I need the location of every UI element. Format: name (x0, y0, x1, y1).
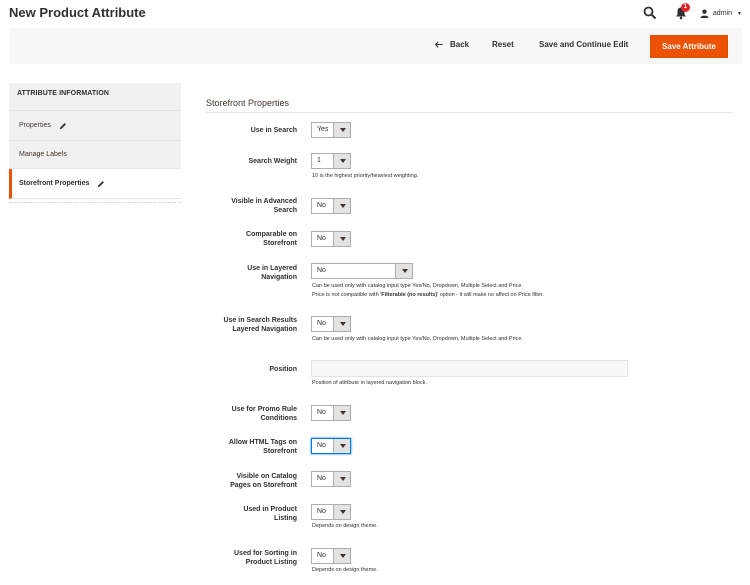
search-icon[interactable] (643, 6, 657, 20)
save-attribute-button[interactable]: Save Attribute (650, 35, 728, 58)
notifications-button[interactable]: 1 (674, 3, 690, 20)
chevron-down-icon (333, 317, 350, 331)
page-title: New Product Attribute (9, 5, 146, 20)
select-value: 1 (317, 157, 321, 164)
use-in-search-select[interactable]: Yes (311, 122, 351, 138)
select-value: No (317, 552, 326, 559)
search-results-layered-select[interactable]: No (311, 316, 351, 332)
select-value: No (317, 320, 326, 327)
position-input[interactable] (311, 360, 628, 377)
layered-navigation-label: Use in Layered Navigation (247, 265, 297, 281)
sidebar-item-label: Properties (19, 122, 51, 129)
user-icon (700, 9, 709, 18)
product-listing-select[interactable]: No (311, 504, 351, 520)
user-menu[interactable]: admin ▾ (700, 9, 741, 18)
select-value: No (317, 267, 326, 274)
layered-navigation-note: Can be used only with catalog input type… (312, 283, 544, 298)
sidebar-item-label: Storefront Properties (19, 180, 90, 187)
search-weight-select[interactable]: 1 (311, 153, 351, 169)
chevron-down-icon (333, 406, 350, 420)
position-note: Position of attribute in layered navigat… (312, 380, 427, 386)
attribute-tabs-sidebar: ATTRIBUTE INFORMATION Properties Manage … (9, 83, 181, 203)
search-weight-label: Search Weight (248, 158, 298, 165)
search-weight-note: 10 is the highest priority/heaviest weig… (312, 173, 419, 179)
select-value: No (317, 235, 326, 242)
search-results-layered-label: Use in Search Results Layered Navigation (223, 317, 297, 333)
sidebar-divider (9, 199, 181, 203)
chevron-down-icon (395, 264, 412, 278)
use-in-search-label: Use in Search (250, 127, 297, 134)
visible-advanced-search-label: Visible in Advanced Search (231, 198, 297, 214)
layered-navigation-select[interactable]: No (311, 263, 413, 279)
select-value: No (317, 508, 326, 515)
chevron-down-icon (333, 123, 350, 137)
select-value: Yes (317, 126, 329, 133)
select-value: No (317, 409, 326, 416)
chevron-down-icon (333, 472, 350, 486)
chevron-down-icon (333, 505, 350, 519)
user-name: admin (712, 9, 732, 17)
reset-button[interactable]: Reset (492, 40, 514, 49)
search-results-layered-note: Can be used only with catalog input type… (312, 336, 523, 342)
sidebar-item-manage-labels[interactable]: Manage Labels (9, 141, 181, 169)
sidebar-item-label: Manage Labels (19, 151, 67, 158)
sorting-select[interactable]: No (311, 548, 351, 564)
section-title: Storefront Properties (206, 98, 290, 108)
html-tags-select[interactable]: No (311, 438, 351, 454)
back-button[interactable]: Back (435, 40, 469, 49)
comparable-storefront-select[interactable]: No (311, 231, 351, 247)
back-label: Back (450, 40, 470, 49)
chevron-down-icon (333, 199, 350, 213)
position-label: Position (269, 366, 297, 373)
save-continue-button[interactable]: Save and Continue Edit (539, 40, 628, 49)
promo-rule-label: Use for Promo Rule Conditions (231, 406, 297, 422)
sidebar-title: ATTRIBUTE INFORMATION (9, 83, 181, 111)
arrow-left-icon (435, 41, 443, 48)
pencil-icon (59, 122, 66, 129)
select-value: No (317, 475, 326, 482)
visible-catalog-select[interactable]: No (311, 471, 351, 487)
promo-rule-select[interactable]: No (311, 405, 351, 421)
chevron-down-icon: ▾ (737, 10, 741, 17)
comparable-storefront-label: Comparable on Storefront (246, 231, 297, 247)
chevron-down-icon (333, 439, 350, 453)
page-actions-bar: Back Reset Save and Continue Edit Save A… (9, 28, 742, 64)
sorting-note: Depends on design theme. (312, 567, 378, 573)
product-listing-note: Depends on design theme. (312, 523, 378, 529)
header-actions: 1 admin ▾ (643, 3, 741, 21)
visible-advanced-search-select[interactable]: No (311, 198, 351, 214)
sidebar-item-properties[interactable]: Properties (9, 111, 181, 141)
product-listing-label: Used in Product Listing (243, 506, 297, 522)
visible-catalog-label: Visible on Catalog Pages on Storefront (230, 473, 297, 489)
section-divider (206, 112, 733, 113)
pencil-icon (98, 180, 105, 187)
chevron-down-icon (333, 154, 350, 168)
html-tags-label: Allow HTML Tags on Storefront (228, 439, 297, 455)
chevron-down-icon (333, 549, 350, 563)
chevron-down-icon (333, 232, 350, 246)
select-value: No (317, 202, 326, 209)
notification-count-badge: 1 (680, 3, 690, 12)
sidebar-item-storefront-properties[interactable]: Storefront Properties (9, 169, 181, 199)
select-value: No (317, 442, 326, 449)
sorting-label: Used for Sorting in Product Listing (234, 550, 297, 566)
